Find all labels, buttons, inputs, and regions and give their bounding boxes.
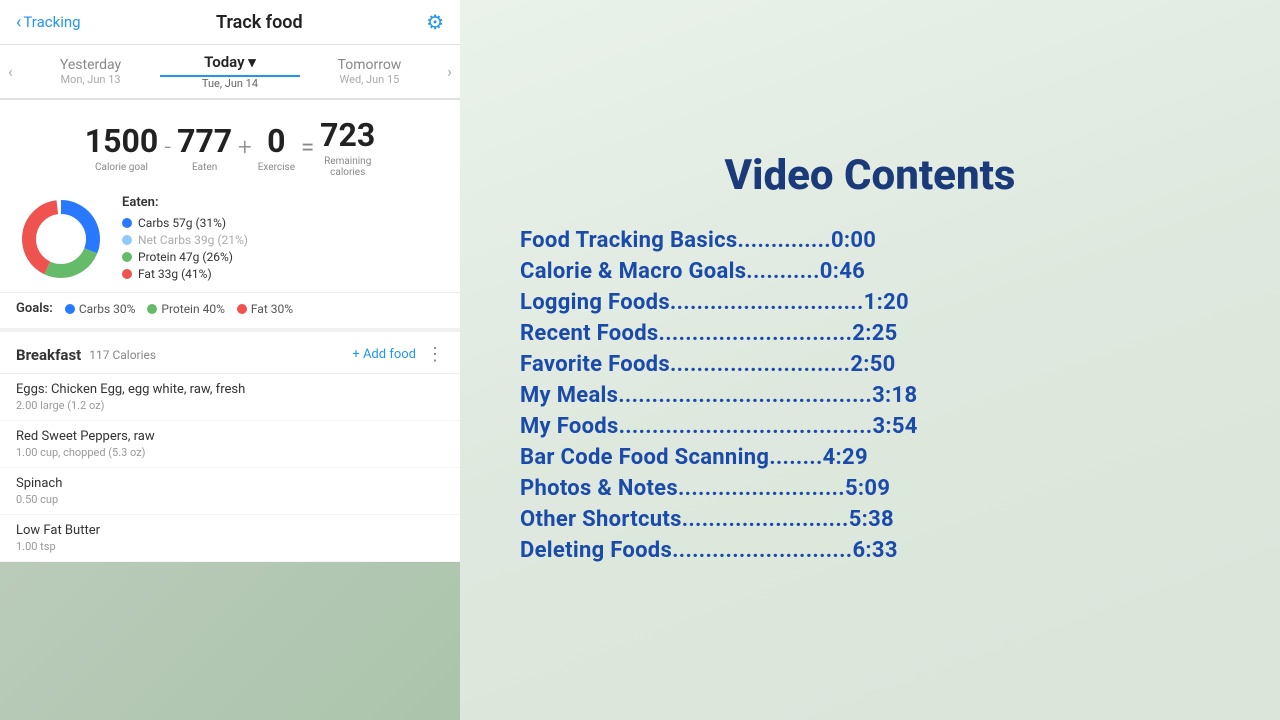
eaten-label: Eaten xyxy=(177,162,232,173)
exercise-value: 0 xyxy=(258,122,295,160)
food-name-1: Red Sweet Peppers, raw xyxy=(16,429,444,444)
contents-item-3[interactable]: Recent Foods............................… xyxy=(520,321,1220,346)
goal-protein-label: Protein 40% xyxy=(161,302,224,316)
fat-dot xyxy=(122,269,132,279)
page-title: Track food xyxy=(93,12,426,33)
video-contents-title: Video Contents xyxy=(520,151,1220,200)
back-chevron-icon: ‹ xyxy=(16,12,21,33)
contents-item-7[interactable]: Bar Code Food Scanning........4:29 xyxy=(520,445,1220,470)
macro-net-carbs: Net Carbs 39g (21%) xyxy=(122,233,444,247)
goal-fat-dot xyxy=(237,304,247,314)
food-item-3[interactable]: Low Fat Butter 1.00 tsp xyxy=(0,515,460,562)
yesterday-sub: Mon, Jun 13 xyxy=(21,73,160,86)
contents-list: Food Tracking Basics..............0:00 C… xyxy=(520,228,1220,563)
remaining-value: 723 xyxy=(320,116,375,154)
protein-dot xyxy=(122,252,132,262)
contents-item-1[interactable]: Calorie & Macro Goals...........0:46 xyxy=(520,259,1220,284)
meal-header: Breakfast 117 Calories + Add food ⋮ xyxy=(0,332,460,374)
contents-item-10[interactable]: Deleting Foods..........................… xyxy=(520,538,1220,563)
food-detail-2: 0.50 cup xyxy=(16,493,444,506)
food-name-0: Eggs: Chicken Egg, egg white, raw, fresh xyxy=(16,382,444,397)
macro-protein: Protein 47g (26%) xyxy=(122,250,444,264)
today-label: Today ▾ xyxy=(160,53,299,77)
meal-calories: 117 Calories xyxy=(89,348,156,362)
eaten-value: 777 xyxy=(177,122,232,160)
food-detail-0: 2.00 large (1.2 oz) xyxy=(16,399,444,412)
back-button[interactable]: ‹ Tracking xyxy=(16,12,81,33)
net-carbs-dot xyxy=(122,235,132,245)
protein-label: Protein 47g (26%) xyxy=(138,250,233,264)
contents-item-4[interactable]: Favorite Foods..........................… xyxy=(520,352,1220,377)
net-carbs-label: Net Carbs 39g (21%) xyxy=(138,233,248,247)
food-name-2: Spinach xyxy=(16,476,444,491)
next-day-arrow[interactable]: › xyxy=(439,62,460,81)
food-item-1[interactable]: Red Sweet Peppers, raw 1.00 cup, chopped… xyxy=(0,421,460,468)
plus-op: + xyxy=(238,133,252,161)
gear-icon[interactable]: ⚙ xyxy=(426,10,444,34)
date-nav: ‹ Yesterday Mon, Jun 13 Today ▾ Tue, Jun… xyxy=(0,45,460,100)
contents-item-6[interactable]: My Foods................................… xyxy=(520,414,1220,439)
goal-carbs-dot xyxy=(65,304,75,314)
carbs-label: Carbs 57g (31%) xyxy=(138,216,226,230)
remaining-block: 723 Remaining calories xyxy=(320,116,375,178)
tomorrow-nav[interactable]: Tomorrow Wed, Jun 15 xyxy=(300,57,439,86)
remaining-label: Remaining calories xyxy=(320,156,375,178)
food-item-2[interactable]: Spinach 0.50 cup xyxy=(0,468,460,515)
macro-fat: Fat 33g (41%) xyxy=(122,267,444,281)
goals-label: Goals: xyxy=(16,301,53,316)
macro-legend-title: Eaten: xyxy=(122,195,444,210)
contents-item-5[interactable]: My Meals................................… xyxy=(520,383,1220,408)
macro-carbs: Carbs 57g (31%) xyxy=(122,216,444,230)
goals-row: Goals: Carbs 30% Protein 40% Fat 30% xyxy=(0,293,460,332)
contents-item-2[interactable]: Logging Foods...........................… xyxy=(520,290,1220,315)
fat-label: Fat 33g (41%) xyxy=(138,267,212,281)
donut-chart xyxy=(16,194,106,284)
goal-carbs: Carbs 30% xyxy=(65,302,136,316)
prev-day-arrow[interactable]: ‹ xyxy=(0,62,21,81)
goal-protein-dot xyxy=(147,304,157,314)
add-food-button[interactable]: + Add food xyxy=(352,347,416,362)
back-label: Tracking xyxy=(23,13,80,31)
app-header: ‹ Tracking Track food ⚙ xyxy=(0,0,460,45)
phone-ui: ‹ Tracking Track food ⚙ ‹ Yesterday Mon,… xyxy=(0,0,460,562)
macro-legend: Eaten: Carbs 57g (31%) Net Carbs 39g (21… xyxy=(122,195,444,284)
meal-more-icon[interactable]: ⋮ xyxy=(426,344,444,365)
food-detail-1: 1.00 cup, chopped (5.3 oz) xyxy=(16,446,444,459)
right-content: Video Contents Food Tracking Basics.....… xyxy=(520,151,1220,569)
yesterday-label: Yesterday xyxy=(21,57,160,73)
contents-item-8[interactable]: Photos & Notes.........................5… xyxy=(520,476,1220,501)
calorie-goal-label: Calorie goal xyxy=(85,162,158,173)
left-panel: ‹ Tracking Track food ⚙ ‹ Yesterday Mon,… xyxy=(0,0,460,720)
exercise-block: 0 Exercise xyxy=(258,122,295,173)
goal-fat: Fat 30% xyxy=(237,302,293,316)
exercise-label: Exercise xyxy=(258,162,295,173)
minus-op: - xyxy=(164,133,171,161)
carbs-dot xyxy=(122,218,132,228)
goal-carbs-label: Carbs 30% xyxy=(79,302,136,316)
right-panel: Video Contents Food Tracking Basics.....… xyxy=(460,0,1280,720)
food-name-3: Low Fat Butter xyxy=(16,523,444,538)
macro-section: Eaten: Carbs 57g (31%) Net Carbs 39g (21… xyxy=(0,182,460,293)
meal-section: Breakfast 117 Calories + Add food ⋮ Eggs… xyxy=(0,332,460,562)
yesterday-nav[interactable]: Yesterday Mon, Jun 13 xyxy=(21,57,160,86)
food-item-0[interactable]: Eggs: Chicken Egg, egg white, raw, fresh… xyxy=(0,374,460,421)
goal-fat-label: Fat 30% xyxy=(251,302,293,316)
today-nav[interactable]: Today ▾ Tue, Jun 14 xyxy=(160,53,299,90)
contents-item-9[interactable]: Other Shortcuts.........................… xyxy=(520,507,1220,532)
equals-op: = xyxy=(301,133,314,161)
meal-title: Breakfast xyxy=(16,346,81,364)
contents-item-0[interactable]: Food Tracking Basics..............0:00 xyxy=(520,228,1220,253)
tomorrow-sub: Wed, Jun 15 xyxy=(300,73,439,86)
calorie-goal-value: 1500 xyxy=(85,122,158,160)
calories-row: 1500 Calorie goal - 777 Eaten + 0 Exerci… xyxy=(0,100,460,182)
calorie-goal-block: 1500 Calorie goal xyxy=(85,122,158,173)
goal-protein: Protein 40% xyxy=(147,302,224,316)
today-sub: Tue, Jun 14 xyxy=(160,77,299,90)
food-detail-3: 1.00 tsp xyxy=(16,540,444,553)
tomorrow-label: Tomorrow xyxy=(300,57,439,73)
eaten-block: 777 Eaten xyxy=(177,122,232,173)
